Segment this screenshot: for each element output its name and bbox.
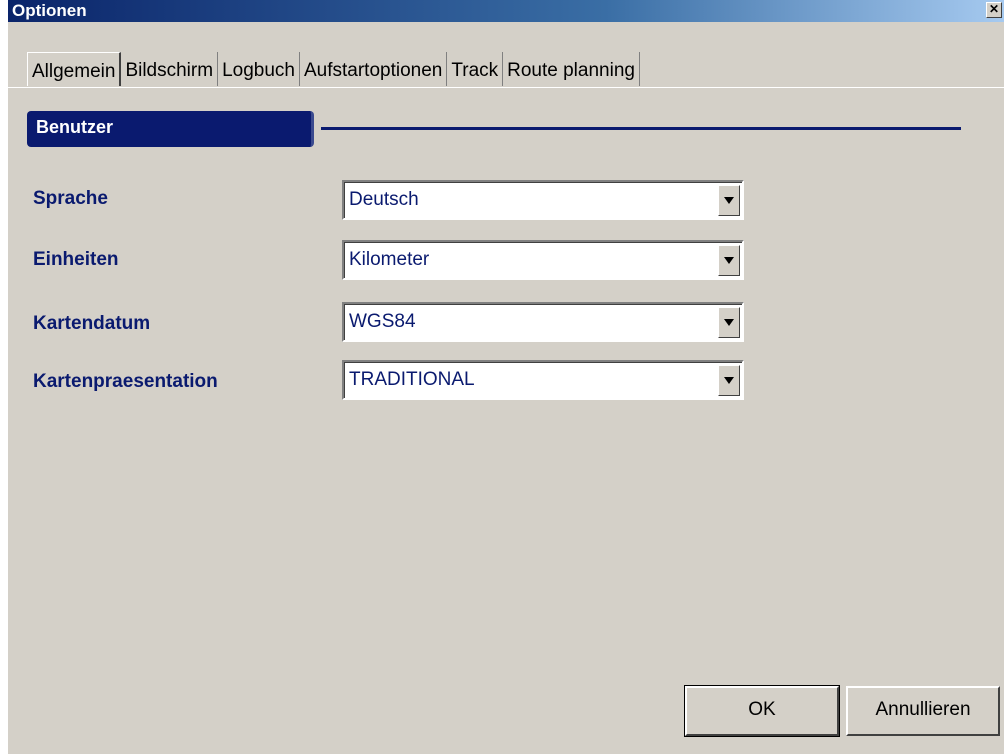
chevron-down-icon [724, 197, 734, 204]
sprache-select[interactable]: Deutsch [342, 180, 744, 220]
tab-bar: Allgemein Bildschirm Logbuch Aufstartopt… [27, 52, 640, 86]
kartendatum-label: Kartendatum [33, 313, 151, 334]
kartenpraesentation-value: TRADITIONAL [349, 369, 475, 390]
chevron-down-icon [724, 257, 734, 264]
tab-logbuch[interactable]: Logbuch [218, 52, 300, 86]
kartendatum-value: WGS84 [349, 311, 416, 332]
kartenpraesentation-select[interactable]: TRADITIONAL [342, 360, 744, 400]
einheiten-value: Kilometer [349, 249, 430, 270]
cancel-button[interactable]: Annullieren [846, 686, 1000, 736]
einheiten-dropdown-button[interactable] [718, 245, 740, 276]
kartenpraesentation-dropdown-button[interactable] [718, 365, 740, 396]
chevron-down-icon [724, 377, 734, 384]
sprache-value: Deutsch [349, 189, 419, 210]
einheiten-select[interactable]: Kilometer [342, 240, 744, 280]
tab-track[interactable]: Track [447, 52, 504, 86]
tab-divider [8, 87, 1004, 88]
tab-aufstartoptionen[interactable]: Aufstartoptionen [300, 52, 448, 86]
tab-allgemein[interactable]: Allgemein [27, 52, 122, 86]
kartenpraesentation-label: Kartenpraesentation [33, 371, 218, 392]
chevron-down-icon [724, 319, 734, 326]
title-bar[interactable]: Optionen ✕ [8, 0, 1004, 22]
section-title: Benutzer [36, 117, 114, 137]
close-icon: ✕ [988, 2, 1000, 16]
options-dialog: Optionen ✕ Allgemein Bildschirm Logbuch … [8, 0, 1004, 754]
tab-bildschirm[interactable]: Bildschirm [121, 52, 219, 86]
window-title: Optionen [12, 1, 87, 20]
tab-route-planning[interactable]: Route planning [503, 52, 640, 86]
sprache-label: Sprache [33, 188, 108, 209]
section-divider-line [321, 127, 961, 130]
ok-button[interactable]: OK [684, 685, 840, 737]
section-header-benutzer: Benutzer [27, 111, 314, 147]
kartendatum-select[interactable]: WGS84 [342, 302, 744, 342]
close-button[interactable]: ✕ [986, 2, 1002, 18]
sprache-dropdown-button[interactable] [718, 185, 740, 216]
einheiten-label: Einheiten [33, 249, 119, 270]
kartendatum-dropdown-button[interactable] [718, 307, 740, 338]
